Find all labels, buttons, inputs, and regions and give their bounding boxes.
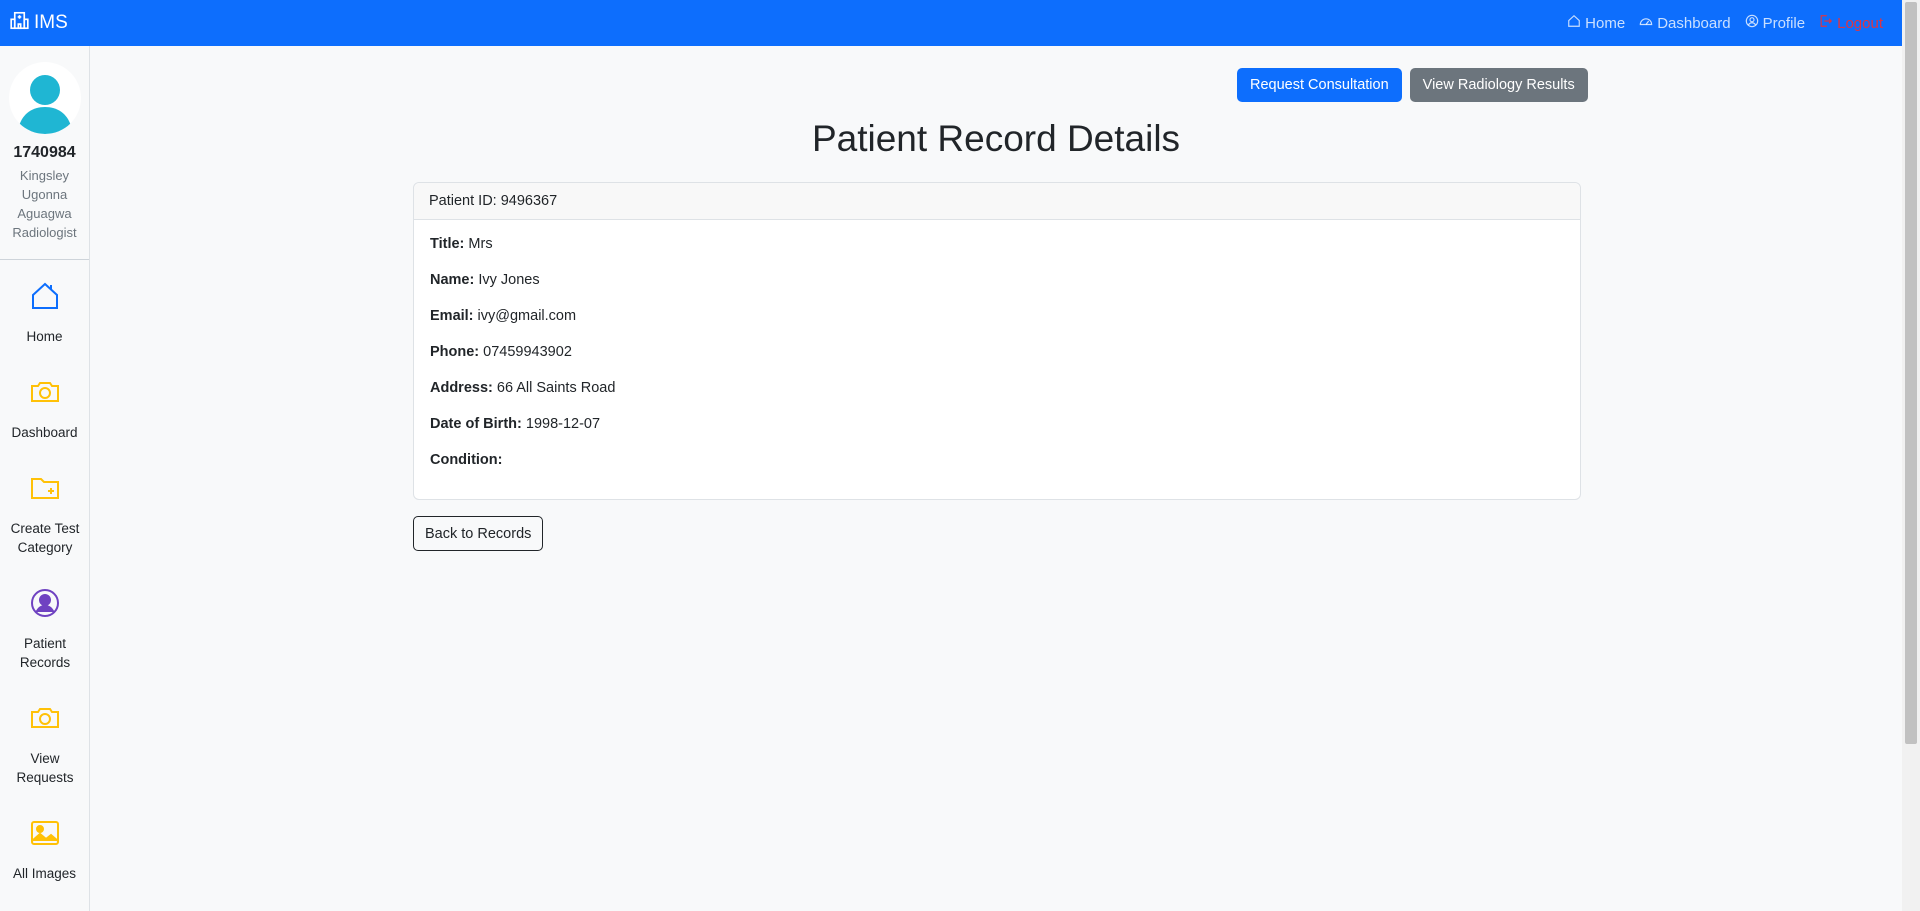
speedometer-icon	[1639, 14, 1653, 32]
view-radiology-results-button[interactable]: View Radiology Results	[1409, 68, 1588, 102]
sidebar-item-dashboard[interactable]: Dashboard	[0, 376, 89, 442]
nav-links: Home Dashboard Profile Logout	[1567, 14, 1883, 32]
card-header: Patient ID: 9496367	[414, 183, 1580, 220]
user-circle-icon	[29, 587, 61, 634]
staff-name: Kingsley Ugonna Aguagwa Radiologist	[0, 166, 89, 242]
field-value: Ivy Jones	[478, 272, 540, 288]
sidebar-item-label: View Requests	[16, 751, 74, 785]
camera-icon	[29, 702, 61, 749]
card-body: Title: Mrs Name: Ivy Jones Email: ivy@gm…	[414, 220, 1580, 469]
image-icon	[29, 817, 61, 864]
sidebar-item-label: Patient Records	[19, 636, 71, 670]
field-label: Phone:	[430, 344, 480, 360]
user-avatar-icon	[18, 75, 71, 134]
field-name: Name: Ivy Jones	[430, 272, 1564, 289]
field-address: Address: 66 All Saints Road	[430, 380, 1564, 397]
logout-icon	[1819, 14, 1833, 32]
folder-plus-icon	[29, 472, 61, 519]
house-icon	[29, 280, 61, 327]
nav-dashboard-link[interactable]: Dashboard	[1639, 14, 1731, 32]
field-value: Mrs	[468, 236, 493, 252]
house-icon	[1567, 14, 1581, 32]
hospital-icon	[10, 11, 29, 36]
patient-id-label: Patient ID:	[429, 193, 497, 209]
field-label: Email:	[430, 308, 474, 324]
sidebar-item-home[interactable]: Home	[0, 280, 89, 346]
user-circle-icon	[1745, 14, 1759, 32]
field-phone: Phone: 07459943902	[430, 344, 1564, 361]
sidebar-item-patient-records[interactable]: Patient Records	[0, 587, 90, 672]
page-title: Patient Record Details	[811, 118, 1181, 159]
field-label: Condition:	[430, 452, 503, 468]
sidebar-item-label: Create Test Category	[10, 521, 80, 555]
field-title: Title: Mrs	[430, 236, 1564, 253]
staff-id: 1740984	[13, 144, 76, 161]
field-label: Date of Birth:	[430, 416, 522, 432]
staff-name-line3: Aguagwa	[17, 206, 72, 221]
sidebar-item-create-test-category[interactable]: Create Test Category	[0, 472, 90, 557]
sidebar-item-all-images[interactable]: All Images	[0, 817, 89, 883]
brand[interactable]: IMS	[10, 11, 68, 36]
staff-name-line1: Kingsley	[19, 168, 70, 183]
patient-id-value: 9496367	[500, 193, 558, 209]
field-email: Email: ivy@gmail.com	[430, 308, 1564, 325]
avatar	[8, 62, 81, 134]
nav-home-label: Home	[1585, 14, 1626, 32]
sidebar: 1740984 Kingsley Ugonna Aguagwa Radiolog…	[0, 46, 90, 911]
nav-home-link[interactable]: Home	[1567, 14, 1625, 32]
nav-profile-link[interactable]: Profile	[1745, 14, 1806, 32]
patient-record-card: Patient ID: 9496367 Title: Mrs Name: Ivy…	[413, 182, 1581, 500]
staff-role: Radiologist	[12, 225, 77, 240]
nav-logout-label: Logout	[1837, 14, 1883, 32]
field-condition: Condition:	[430, 452, 1564, 469]
camera-icon	[29, 376, 61, 423]
sidebar-item-label: All Images	[12, 866, 77, 881]
field-value: 1998-12-07	[525, 416, 601, 432]
field-date-of-birth: Date of Birth: 1998-12-07	[430, 416, 1564, 433]
field-label: Name:	[430, 272, 475, 288]
sidebar-profile: 1740984 Kingsley Ugonna Aguagwa Radiolog…	[0, 46, 89, 260]
staff-name-line2: Ugonna	[21, 187, 68, 202]
field-value: 07459943902	[483, 344, 572, 360]
sidebar-item-label: Home	[26, 329, 63, 344]
nav-profile-label: Profile	[1762, 14, 1806, 32]
nav-logout-link[interactable]: Logout	[1819, 14, 1883, 32]
field-value: 66 All Saints Road	[496, 380, 616, 396]
brand-label: IMS	[34, 12, 68, 33]
sidebar-item-label: Dashboard	[11, 425, 78, 440]
sidebar-menu: Home Dashboard Create Test Category Pati…	[0, 260, 89, 883]
field-value: ivy@gmail.com	[477, 308, 577, 324]
sidebar-item-view-requests[interactable]: View Requests	[0, 702, 90, 787]
action-buttons: Request Consultation View Radiology Resu…	[1237, 68, 1588, 102]
back-to-records-button[interactable]: Back to Records	[413, 516, 544, 551]
request-consultation-button[interactable]: Request Consultation	[1237, 68, 1402, 102]
field-label: Title:	[430, 236, 465, 252]
nav-dashboard-label: Dashboard	[1657, 14, 1731, 32]
top-navbar: IMS Home Dashboard Profile Logout	[0, 0, 1902, 46]
main-content: Request Consultation View Radiology Resu…	[91, 46, 1902, 911]
scrollbar-thumb[interactable]	[1905, 2, 1917, 744]
vertical-scrollbar[interactable]	[1902, 0, 1920, 911]
field-label: Address:	[430, 380, 493, 396]
